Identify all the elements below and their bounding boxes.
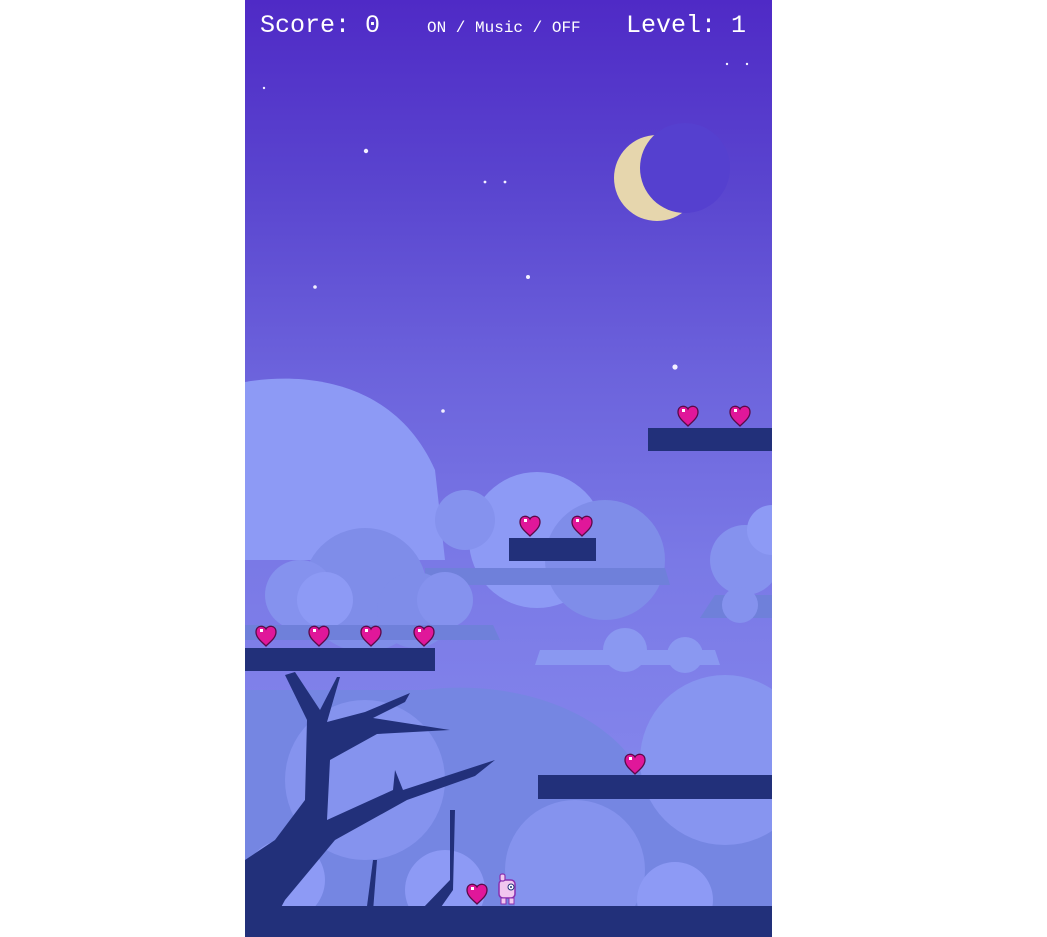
music-separator: / [523, 19, 552, 37]
game-canvas[interactable]: Score: 0 ON / Music / OFF Level: 1 [245, 0, 772, 937]
score-display: Score: 0 [260, 11, 380, 40]
stars [262, 62, 749, 413]
level-value: 1 [731, 11, 747, 40]
heart-icon [729, 405, 751, 427]
music-label: Music [475, 19, 524, 37]
music-on-button[interactable]: ON [427, 19, 446, 37]
music-separator: / [446, 19, 476, 37]
heart-icon [308, 625, 330, 647]
ground-platform [245, 906, 772, 937]
platform [648, 428, 772, 451]
level-label: Level: [626, 11, 717, 40]
heart-icon [255, 625, 277, 647]
moon-icon [614, 123, 730, 221]
platform [245, 648, 435, 671]
game-scene [245, 62, 772, 937]
score-label: Score: [260, 11, 351, 40]
music-toggle: ON / Music / OFF [427, 19, 581, 37]
music-off-button[interactable]: OFF [552, 19, 581, 37]
level-display: Level: 1 [626, 11, 746, 40]
platform [509, 538, 596, 561]
platform [538, 775, 772, 799]
score-value: 0 [365, 11, 381, 40]
heart-icon [677, 405, 699, 427]
